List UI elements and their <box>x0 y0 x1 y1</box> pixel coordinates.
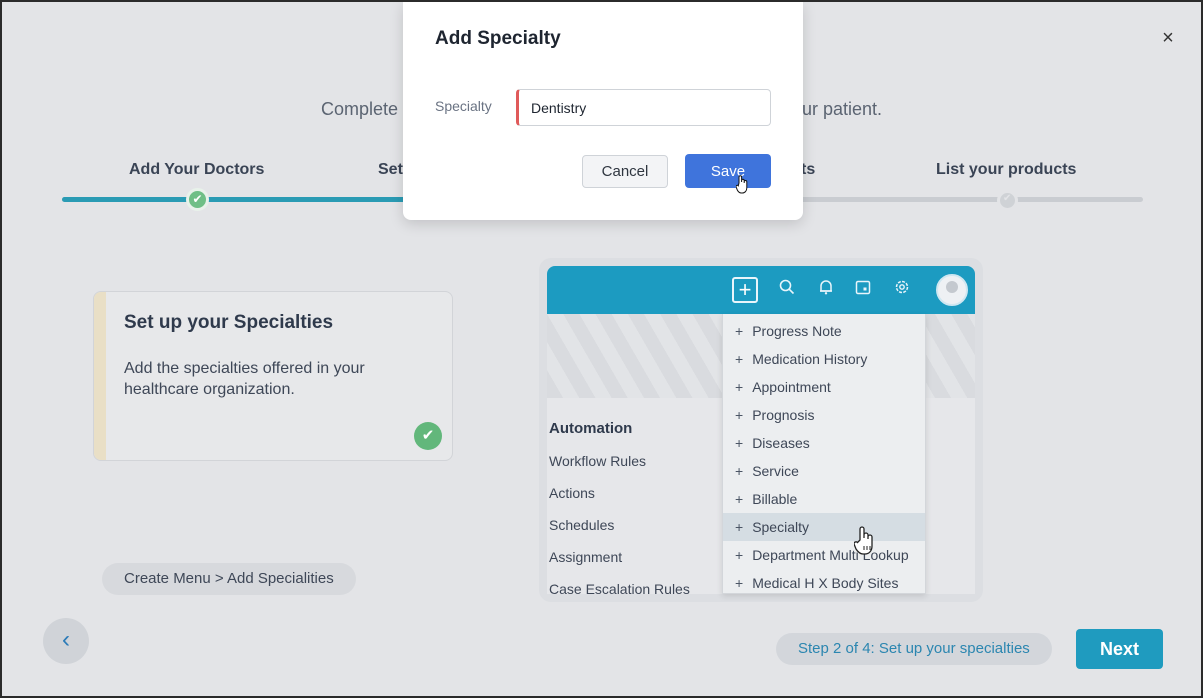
hand-cursor-icon <box>853 526 876 561</box>
preview-screenshot: + Automation Workflow Rules Actions Sche… <box>539 258 983 602</box>
cancel-button[interactable]: Cancel <box>582 155 668 188</box>
step-indicator-chip: Step 2 of 4: Set up your specialties <box>776 633 1052 665</box>
specialty-field-label: Specialty <box>435 98 492 114</box>
dropdown-item-progress-note: + Progress Note <box>735 323 842 339</box>
dropdown-item-specialty: + Specialty <box>723 513 925 541</box>
step-add-doctors: Add Your Doctors <box>129 161 265 178</box>
dropdown-item-billable: + Billable <box>735 491 798 507</box>
card-accent <box>94 292 106 460</box>
bell-icon <box>814 278 838 302</box>
step-third: ts <box>801 161 816 178</box>
info-card-title: Set up your Specialties <box>124 312 334 333</box>
modal-title: Add Specialty <box>435 28 561 49</box>
next-button[interactable]: Next <box>1076 629 1163 669</box>
create-menu-dropdown: + Progress Note + Medication History + Appo… <box>722 314 926 594</box>
gear-icon <box>890 278 914 302</box>
info-card-description: Add the specialties offered in your heal… <box>124 360 365 398</box>
setup-wizard-screen: × Complete ur patient. Add Your Doctors … <box>0 0 1203 698</box>
dropdown-item-department-multi-lookup: + Department Multi Lookup <box>735 547 909 563</box>
automation-item: Workflow Rules <box>549 453 646 469</box>
automation-item: Assignment <box>549 549 623 565</box>
automation-item: Case Escalation Rules <box>549 581 690 597</box>
save-button[interactable]: Save <box>685 154 771 188</box>
preview-body: Automation Workflow Rules Actions Schedu… <box>547 314 975 597</box>
automation-item: Schedules <box>549 517 615 533</box>
dropdown-item-medication-history: + Medication History <box>735 351 868 367</box>
wizard-subtitle-start: Complete <box>321 99 399 119</box>
close-icon[interactable]: × <box>1156 26 1180 50</box>
dropdown-item-appointment: + Appointment <box>735 379 831 395</box>
back-button[interactable]: ‹ <box>43 618 89 664</box>
automation-item: Actions <box>549 485 595 501</box>
menu-path-chip: Create Menu > Add Specialities <box>102 563 356 595</box>
create-plus-icon: + <box>732 277 758 303</box>
preview-topbar: + <box>547 266 975 314</box>
dropdown-item-prognosis: + Prognosis <box>735 407 815 423</box>
dropdown-item-diseases: + Diseases <box>735 435 810 451</box>
automation-title: Automation <box>549 420 633 437</box>
step-list-products: List your products <box>936 161 1077 178</box>
pointer-cursor-icon <box>735 175 750 200</box>
dropdown-item-medical-hx-body-sites: + Medical H X Body Sites <box>735 575 899 591</box>
search-icon <box>775 278 799 302</box>
avatar <box>936 274 968 306</box>
step-pending-icon <box>997 190 1018 211</box>
calendar-icon <box>851 278 875 302</box>
specialty-input[interactable] <box>516 89 771 126</box>
step-complete-check-icon: ✔ <box>186 188 209 211</box>
check-circle-icon: ✔ <box>414 422 442 450</box>
step-setup-specialties: Set <box>378 161 403 178</box>
progress-fill <box>62 197 407 202</box>
wizard-subtitle-end: ur patient. <box>802 99 883 119</box>
specialties-info-card: Set up your Specialties Add the specialt… <box>93 291 453 461</box>
dropdown-item-service: + Service <box>735 463 799 479</box>
